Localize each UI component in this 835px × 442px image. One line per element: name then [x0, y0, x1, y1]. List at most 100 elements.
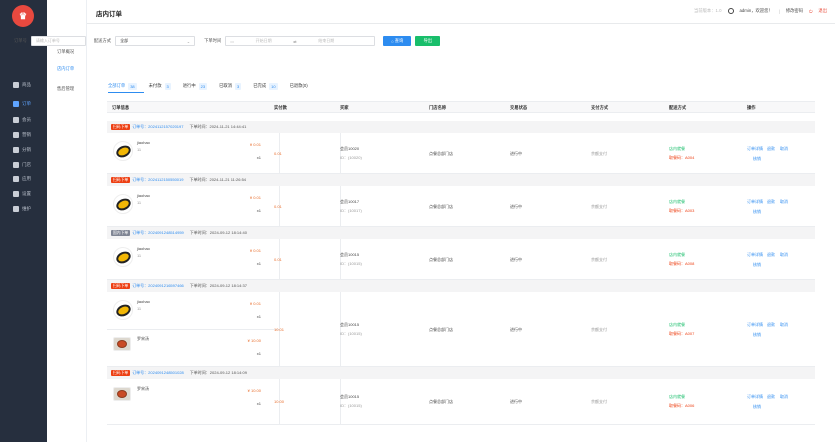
order-detail-link[interactable]: 订单详情 [747, 252, 763, 258]
product-quantity: x1 [256, 401, 261, 406]
sidebar-item-4[interactable]: 分销 [0, 143, 47, 156]
date-range-picker[interactable]: ▭ 开始日期 ⇄ 结束日期 [225, 36, 376, 46]
subnav-item-0[interactable]: 订单概况 [57, 49, 74, 55]
order-header: 扫码下单 订单号：2024112157020197 下单时间：2024-11-21 … [107, 121, 815, 133]
sidebar-item-label: 维护 [22, 205, 31, 211]
sidebar: ♛ 商品订单会员营销分销门店 应用设置维护 [0, 0, 47, 442]
store-name: 点餐总部门店 [429, 151, 453, 156]
column-header: 买家 [340, 105, 349, 110]
sidebar-item-8[interactable]: 维护 [0, 202, 47, 215]
tab-5[interactable]: 已退款(0) [290, 81, 308, 91]
order-header: 扫码下单 订单号：2024112150550019 下单时间：2024-11-21 … [107, 174, 815, 186]
refund-link[interactable]: 退款 [767, 252, 775, 258]
export-button[interactable]: 导出 [415, 36, 441, 46]
tab-4[interactable]: 已完成 10 [253, 81, 278, 91]
order-detail-link[interactable]: 订单详情 [747, 199, 763, 205]
refund-link[interactable]: 退款 [767, 394, 775, 400]
sidebar-item-2[interactable]: 会员 [0, 113, 47, 126]
tab-3[interactable]: 已取消 3 [219, 81, 242, 91]
order-detail-link[interactable]: 订单详情 [747, 322, 763, 328]
end-date-input[interactable]: 结束日期 [318, 38, 334, 44]
sidebar-item-0[interactable]: 商品 [0, 78, 47, 91]
sidebar-item-7[interactable]: 设置 [0, 187, 47, 200]
admin-welcome[interactable]: admin，欢迎您！ [740, 8, 773, 14]
order-detail-link[interactable]: 订单详情 [747, 146, 763, 152]
verify-link[interactable]: 核销 [753, 404, 761, 410]
order-number-link[interactable]: 订单号：2024091248501028 [132, 370, 184, 376]
power-icon[interactable]: ⏻ [809, 9, 812, 14]
tab-2[interactable]: 进行中 23 [183, 81, 208, 91]
order-detail-link[interactable]: 订单详情 [747, 394, 763, 400]
cancel-link[interactable]: 取消 [780, 252, 788, 258]
order-source-tag: 扫码下单 [111, 124, 131, 130]
trade-status: 进行中 [510, 399, 522, 404]
column-header: 操作 [747, 105, 756, 110]
buyer-name[interactable]: 会员10020 [340, 146, 359, 152]
sidebar-item-6[interactable]: 应用 [0, 172, 47, 185]
delivery-select[interactable]: 全部 ⌄ [115, 36, 196, 46]
product-name[interactable]: jiaohao [137, 193, 150, 198]
cancel-link[interactable]: 取消 [780, 146, 788, 152]
order-number-link[interactable]: 订单号：2024112150550019 [132, 177, 183, 183]
verify-link[interactable]: 核销 [753, 209, 761, 215]
product-price: ¥ 10.00 [247, 338, 261, 343]
product-name[interactable]: 罗宋汤 [137, 336, 149, 342]
order-number-link[interactable]: 订单号：2024091216597466 [132, 283, 184, 289]
subnav-item-2[interactable]: 售后管理 [57, 86, 74, 92]
cancel-link[interactable]: 取消 [780, 322, 788, 328]
product-name[interactable]: jiaohao [137, 140, 150, 145]
buyer-id: ID：(10015) [340, 331, 362, 336]
cancel-link[interactable]: 取消 [780, 199, 788, 205]
sidebar-item-3[interactable]: 营销 [0, 128, 47, 141]
product-name[interactable]: jiaohao [137, 246, 150, 251]
search-icon: ○ [391, 38, 394, 44]
tab-1[interactable]: 未付款 3 [149, 81, 171, 91]
buyer-name[interactable]: 会员10015 [340, 394, 359, 400]
product-price: ¥ 0.01 [249, 248, 261, 253]
delivery-method: 店内就餐 [669, 394, 685, 399]
buyer-name[interactable]: 会员10015 [340, 252, 359, 258]
order-header: 扫码下单 订单号：2024091216597466 下单时间：2024-09-12 … [107, 280, 815, 292]
column-header: 配送方式 [669, 105, 687, 110]
verify-link[interactable]: 核销 [753, 332, 761, 338]
order-row: 罗宋汤 ¥ 10.00 x1 10.00 会员10015 ID：(10015) 点餐总部门店… [107, 379, 815, 425]
search-button[interactable]: ○ 查询 [383, 36, 412, 46]
order-no-input[interactable]: 请输入订单号 [30, 36, 86, 46]
image-graphic [117, 390, 127, 398]
item-divider [107, 329, 279, 330]
order-number-link[interactable]: 订单号：2024112157020197 [132, 124, 183, 130]
verify-link[interactable]: 核销 [753, 262, 761, 268]
sidebar-item-1[interactable]: 订单 [0, 97, 47, 110]
verify-link[interactable]: 核销 [753, 156, 761, 162]
product-logo-image [113, 141, 133, 161]
sidebar-item-label: 设置 [22, 190, 31, 196]
order-number-link[interactable]: 订单号：2024091248514959 [132, 230, 184, 236]
brand-logo[interactable]: ♛ [12, 5, 34, 27]
subnav-item-1[interactable]: 店内订单 [57, 66, 74, 72]
refund-link[interactable]: 退款 [767, 322, 775, 328]
paid-amount: 10.00 [274, 399, 285, 404]
store-name: 点餐总部门店 [429, 257, 453, 262]
tab-count-badge: 23 [198, 82, 208, 90]
column-divider [340, 239, 341, 279]
sub-navigation: 订单概况店内订单售后管理 [47, 0, 87, 442]
sidebar-item-5[interactable]: 门店 [0, 158, 47, 171]
change-password-link[interactable]: 修改密码 [786, 8, 803, 14]
paid-amount: 0.01 [274, 151, 282, 156]
product-name[interactable]: 罗宋汤 [137, 386, 149, 392]
product-name[interactable]: jiaohao [137, 299, 150, 304]
refund-link[interactable]: 退款 [767, 146, 775, 152]
logout-link[interactable]: 退出 [818, 8, 827, 14]
buyer-name[interactable]: 会员10015 [340, 322, 359, 328]
cancel-link[interactable]: 取消 [780, 394, 788, 400]
refund-link[interactable]: 退款 [767, 199, 775, 205]
user-icon[interactable] [727, 8, 734, 14]
buyer-name[interactable]: 会员10017 [340, 199, 359, 205]
tab-0[interactable]: 全部订单 38 [108, 81, 137, 91]
tab-label: 已完成 [253, 83, 267, 88]
start-date-input[interactable]: 开始日期 [256, 38, 272, 44]
trade-status: 进行中 [510, 327, 522, 332]
buyer-id: ID：(10017) [340, 208, 362, 213]
image-graphic [117, 340, 127, 348]
search-button-label: 查询 [394, 38, 404, 43]
